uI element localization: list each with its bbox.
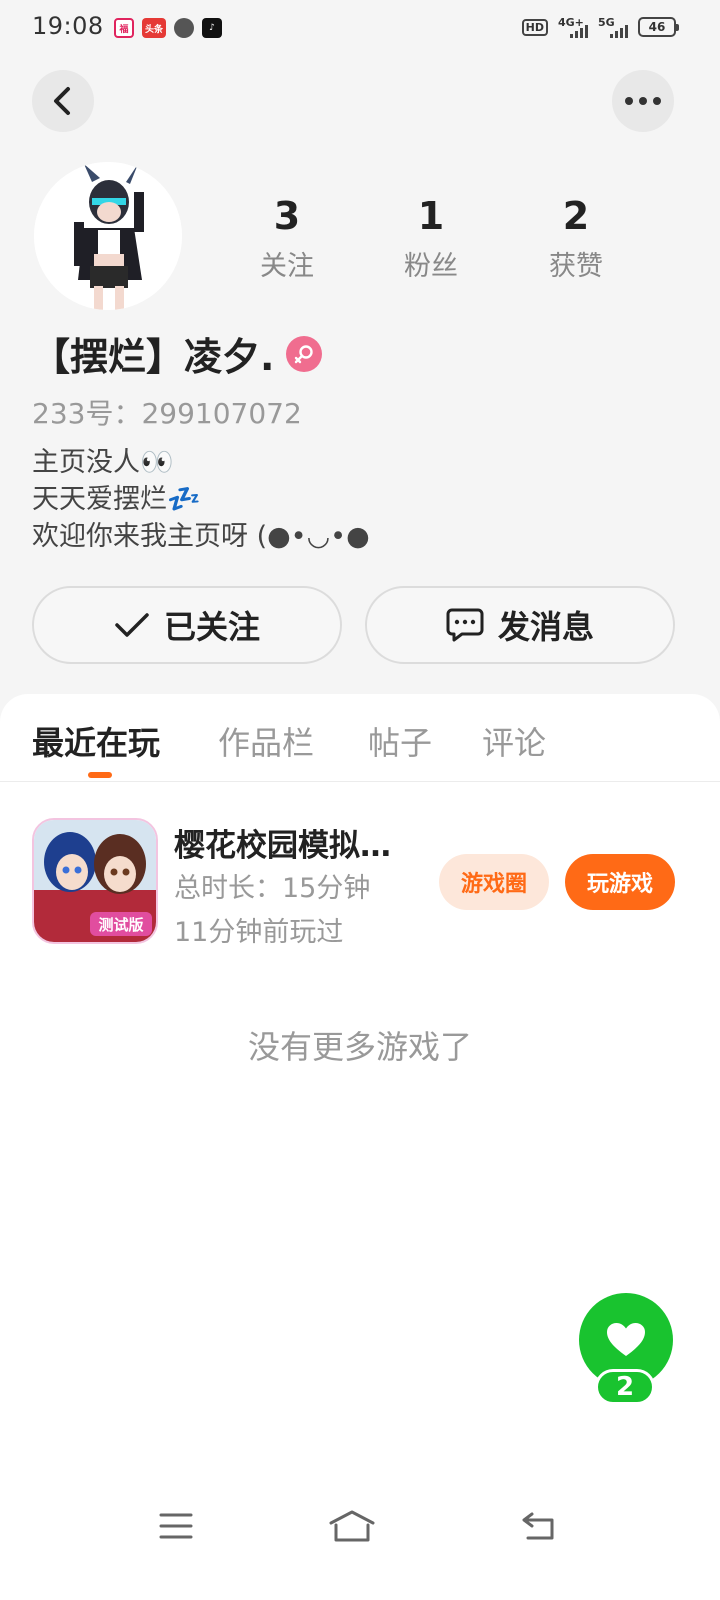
more-dots-icon bbox=[625, 97, 661, 105]
signal-4g-icon: 4G+ bbox=[558, 16, 588, 38]
following-count: 3 bbox=[273, 194, 301, 238]
menu-icon bbox=[159, 1513, 193, 1539]
no-more-games-text: 没有更多游戏了 bbox=[247, 1028, 472, 1066]
send-message-button[interactable]: 发消息 bbox=[365, 586, 675, 664]
compass-notification-icon bbox=[174, 18, 194, 38]
likes-count: 2 bbox=[562, 194, 590, 238]
home-nav-button[interactable] bbox=[328, 1506, 376, 1546]
tab-bar: 最近在玩 作品栏 帖子 评论 bbox=[0, 694, 720, 782]
chat-bubble-icon bbox=[446, 608, 484, 642]
likes-label: 获赞 bbox=[549, 251, 603, 282]
avatar[interactable] bbox=[34, 162, 182, 310]
following-label: 关注 bbox=[260, 251, 314, 282]
game-icon[interactable]: 测试版 bbox=[32, 818, 158, 944]
followed-button[interactable]: 已关注 bbox=[32, 586, 342, 664]
nickname-row: 【摆烂】凌夕. bbox=[32, 326, 323, 381]
game-duration: 总时长：15分钟 bbox=[174, 873, 371, 904]
status-bar: 19:08 福 头条 ♪ HD 4G+ 5G 46 bbox=[0, 0, 720, 56]
chevron-left-icon bbox=[54, 87, 70, 115]
battery-icon: 46 bbox=[638, 17, 679, 37]
fans-stat[interactable]: 1 粉丝 bbox=[376, 192, 486, 283]
game-icon-badge: 测试版 bbox=[98, 916, 143, 934]
play-game-button[interactable]: 玩游戏 bbox=[565, 854, 675, 910]
fans-count: 1 bbox=[417, 194, 445, 238]
game-circle-button[interactable]: 游戏圈 bbox=[439, 854, 549, 910]
send-message-label: 发消息 bbox=[497, 608, 594, 646]
toutiao-notification-icon: 头条 bbox=[142, 18, 166, 38]
notification-icons: 福 头条 ♪ bbox=[114, 18, 222, 38]
likes-stat[interactable]: 2 获赞 bbox=[521, 192, 631, 283]
fans-label: 粉丝 bbox=[404, 251, 458, 282]
more-options-button[interactable] bbox=[612, 70, 674, 132]
profile-page: 19:08 福 头条 ♪ HD 4G+ 5G 46 3 关注 1 粉丝 2 获赞… bbox=[0, 0, 720, 1600]
game-last-played: 11分钟前玩过 bbox=[174, 917, 344, 948]
home-icon bbox=[329, 1510, 375, 1542]
tab-recently-played[interactable]: 最近在玩 bbox=[32, 718, 160, 764]
menu-nav-button[interactable] bbox=[152, 1506, 200, 1546]
hd-icon: HD bbox=[521, 18, 548, 36]
tiktok-notification-icon: ♪ bbox=[202, 18, 222, 38]
content-card: 最近在玩 作品栏 帖子 评论 测试版 樱花校园模拟… 总时长：15分钟 11分钟… bbox=[0, 694, 720, 1600]
followed-label: 已关注 bbox=[163, 608, 260, 646]
user-id: 233号：299107072 bbox=[32, 397, 302, 430]
system-icons: HD 4G+ 5G 46 bbox=[521, 16, 679, 38]
return-icon bbox=[522, 1512, 554, 1540]
game-list-item[interactable]: 测试版 樱花校园模拟… 总时长：15分钟 11分钟前玩过 游戏圈 玩游戏 bbox=[0, 812, 720, 952]
tab-comments[interactable]: 评论 bbox=[482, 718, 546, 764]
heart-icon bbox=[607, 1323, 645, 1356]
signal-5g-icon: 5G bbox=[598, 16, 628, 38]
nickname: 【摆烂】凌夕. bbox=[32, 335, 275, 379]
female-icon bbox=[286, 335, 323, 372]
bio-line: 欢迎你来我主页呀 (●•◡•● bbox=[32, 521, 370, 552]
back-button[interactable] bbox=[32, 70, 94, 132]
bio-line: 主页没人👀 bbox=[32, 447, 174, 478]
status-time: 19:08 bbox=[32, 12, 104, 40]
following-stat[interactable]: 3 关注 bbox=[232, 192, 342, 283]
tab-indicator bbox=[88, 772, 112, 778]
check-icon bbox=[115, 613, 149, 637]
back-nav-button[interactable] bbox=[514, 1506, 562, 1546]
game-title[interactable]: 樱花校园模拟… bbox=[174, 820, 424, 865]
tab-posts[interactable]: 帖子 bbox=[368, 718, 432, 764]
avatar-image bbox=[34, 162, 182, 310]
tab-works[interactable]: 作品栏 bbox=[218, 718, 314, 764]
like-count-badge: 2 bbox=[595, 1369, 655, 1405]
app-notification-icon: 福 bbox=[114, 18, 134, 38]
bio-line: 天天爱摆烂💤 bbox=[32, 484, 201, 515]
bio: 主页没人👀 天天爱摆烂💤 欢迎你来我主页呀 (●•◡•● bbox=[32, 444, 370, 555]
